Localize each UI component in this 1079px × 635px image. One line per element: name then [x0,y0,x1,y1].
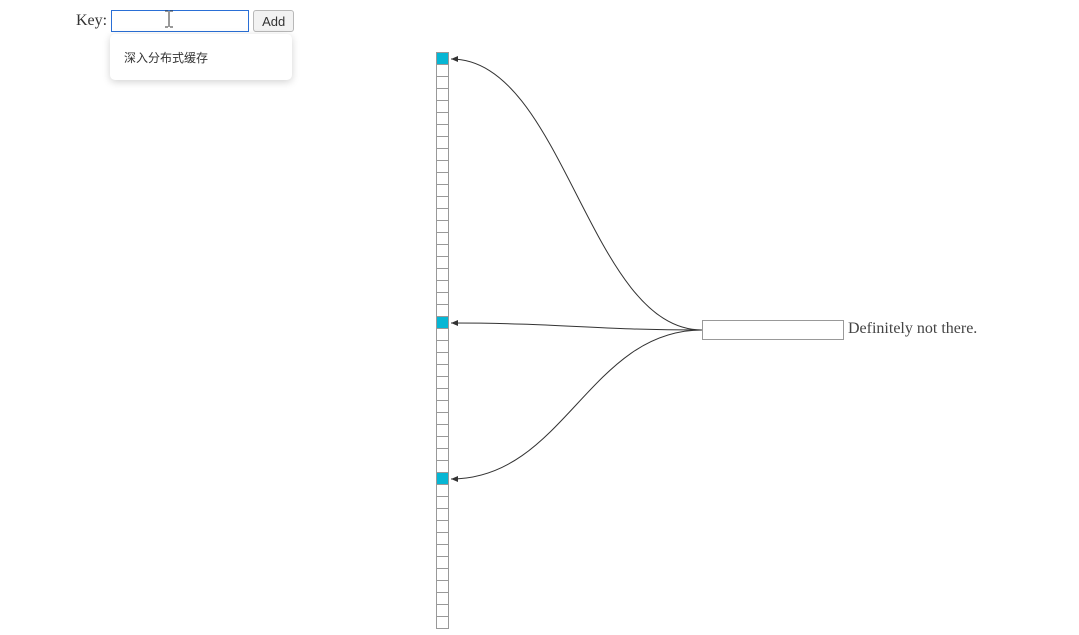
autocomplete-suggestion: 深入分布式缓存 [124,49,208,66]
bit-array [436,52,449,629]
hash-arrow-to-bit-35 [451,330,702,479]
query-result-text: Definitely not there. [848,320,977,338]
add-button[interactable]: Add [253,10,294,32]
autocomplete-popup[interactable]: 深入分布式缓存 [110,34,292,80]
key-label: Key: [76,12,107,30]
bit-cell-47 [436,616,449,629]
hash-arrow-to-bit-0 [451,59,702,330]
key-form: Key: Add [76,10,294,32]
query-input-box[interactable] [702,320,844,340]
hash-arrows-diagram [0,0,1079,635]
key-input[interactable] [111,10,249,32]
hash-arrow-to-bit-22 [451,323,702,330]
